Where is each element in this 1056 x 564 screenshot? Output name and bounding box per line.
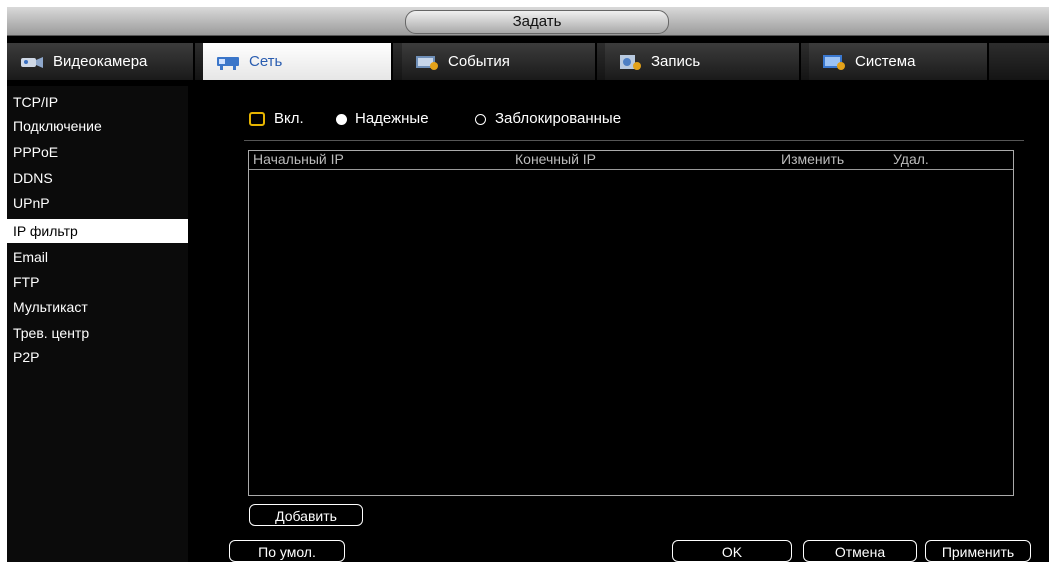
- tab-record[interactable]: Запись: [605, 43, 801, 80]
- record-icon: [617, 53, 643, 71]
- tab-record-label: Запись: [651, 53, 701, 70]
- sidebar-item-ddns[interactable]: DDNS: [7, 166, 188, 190]
- events-icon: [414, 53, 440, 71]
- settings-window: Задать Видеокамера Сеть События Запись С…: [7, 7, 1049, 562]
- tab-network-label: Сеть: [249, 53, 283, 70]
- main-tabs: Видеокамера Сеть События Запись Система: [7, 43, 1049, 80]
- tab-system[interactable]: Система: [809, 43, 989, 80]
- sidebar-item-multicast[interactable]: Мультикаст: [7, 295, 188, 319]
- column-end-ip: Конечный IP: [515, 151, 597, 167]
- sidebar-item-ip-filter[interactable]: IP фильтр: [7, 219, 188, 243]
- enable-checkbox[interactable]: [249, 112, 265, 126]
- default-button[interactable]: По умол.: [229, 540, 345, 562]
- sidebar-item-alarm-center[interactable]: Трев. центр: [7, 321, 188, 345]
- tab-events-label: События: [448, 53, 510, 70]
- ok-button[interactable]: OK: [672, 540, 792, 562]
- tab-events[interactable]: События: [402, 43, 597, 80]
- blocked-radio[interactable]: [475, 114, 486, 125]
- camera-icon: [19, 53, 45, 71]
- trusted-radio[interactable]: [336, 114, 347, 125]
- network-icon: [215, 53, 241, 71]
- tab-camera[interactable]: Видеокамера: [7, 43, 195, 80]
- sidebar-item-tcpip[interactable]: TCP/IP: [7, 90, 188, 114]
- tab-network[interactable]: Сеть: [203, 43, 393, 80]
- system-icon: [821, 53, 847, 71]
- add-button[interactable]: Добавить: [249, 504, 363, 526]
- title-bar: Задать: [7, 7, 1049, 36]
- content-panel: Вкл. Надежные Заблокированные Начальный …: [188, 86, 1049, 562]
- column-edit: Изменить: [781, 151, 845, 167]
- cancel-button[interactable]: Отмена: [803, 540, 917, 562]
- window-title: Задать: [405, 10, 669, 34]
- blocked-label: Заблокированные: [495, 110, 622, 127]
- sidebar-item-upnp[interactable]: UPnP: [7, 191, 188, 215]
- column-start-ip: Начальный IP: [253, 151, 344, 167]
- apply-button[interactable]: Применить: [925, 540, 1031, 562]
- enable-label: Вкл.: [274, 110, 304, 127]
- tab-camera-label: Видеокамера: [53, 53, 148, 70]
- tab-system-label: Система: [855, 53, 916, 70]
- sidebar-item-ftp[interactable]: FTP: [7, 270, 188, 294]
- sidebar-item-pppoe[interactable]: PPPoE: [7, 140, 188, 164]
- column-delete: Удал.: [893, 151, 929, 167]
- divider: [244, 140, 1024, 141]
- sidebar-item-connection[interactable]: Подключение: [7, 114, 188, 138]
- sidebar-item-email[interactable]: Email: [7, 245, 188, 269]
- sidebar: TCP/IP Подключение PPPoE DDNS UPnP IP фи…: [7, 86, 188, 562]
- trusted-label: Надежные: [355, 110, 429, 127]
- table-header-line: [249, 169, 1013, 170]
- sidebar-item-p2p[interactable]: P2P: [7, 345, 188, 369]
- ip-filter-table[interactable]: Начальный IP Конечный IP Изменить Удал.: [248, 150, 1014, 496]
